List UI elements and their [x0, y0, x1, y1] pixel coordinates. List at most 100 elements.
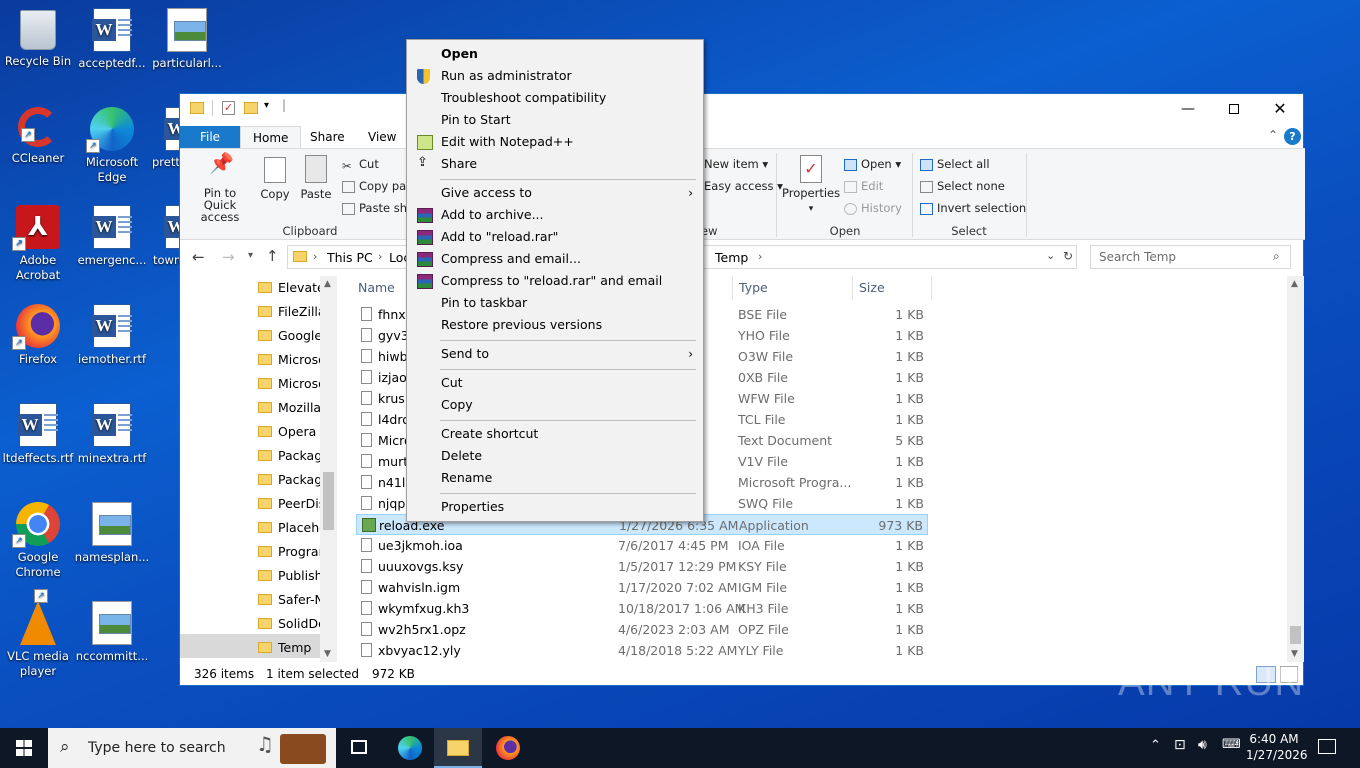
- recycle-bin-shortcut[interactable]: Recycle Bin: [0, 8, 76, 69]
- taskbar-file-explorer[interactable]: [434, 728, 482, 768]
- edge-shortcut[interactable]: Microsoft Edge: [74, 107, 150, 185]
- copy-button[interactable]: Copy: [258, 155, 292, 201]
- new-folder-quick-icon[interactable]: [244, 102, 258, 114]
- tab-view[interactable]: View: [356, 126, 408, 148]
- scroll-down-icon[interactable]: ▼: [1291, 649, 1298, 659]
- minimize-button[interactable]: —: [1165, 94, 1211, 124]
- menu-item-troubleshoot[interactable]: Troubleshoot compatibility: [407, 87, 703, 109]
- properties-button[interactable]: ✓ Properties ▾: [782, 155, 840, 214]
- show-hidden-icons-icon[interactable]: ⌃: [1150, 738, 1161, 753]
- vlc-shortcut[interactable]: VLC media player: [0, 589, 76, 679]
- menu-item-share[interactable]: ⇪ Share: [407, 153, 703, 175]
- menu-item-add-rar[interactable]: Add to "reload.rar": [407, 226, 703, 248]
- file-list-scrollbar[interactable]: ▲ ▼: [1287, 276, 1304, 662]
- menu-item-open[interactable]: Open: [407, 43, 703, 65]
- select-all-button[interactable]: Select all: [920, 157, 990, 171]
- scroll-down-icon[interactable]: ▼: [324, 649, 331, 659]
- menu-item-create-shortcut[interactable]: Create shortcut: [407, 423, 703, 445]
- help-icon[interactable]: ?: [1284, 128, 1301, 145]
- tree-item[interactable]: Microso: [258, 348, 320, 372]
- tree-item[interactable]: Temp: [258, 636, 320, 660]
- tree-item[interactable]: Packag: [258, 444, 320, 468]
- column-header-name[interactable]: Name: [358, 280, 395, 295]
- tree-item[interactable]: Elevate: [258, 276, 320, 300]
- properties-quick-icon[interactable]: ✓: [222, 101, 235, 115]
- desktop-file-accepted[interactable]: acceptedf...: [74, 8, 150, 71]
- scroll-up-icon[interactable]: ▲: [324, 279, 331, 289]
- menu-item-cut[interactable]: Cut: [407, 372, 703, 394]
- menu-item-restore-versions[interactable]: Restore previous versions: [407, 314, 703, 336]
- taskbar-search-box[interactable]: ⌕ Type here to search ♫: [48, 728, 336, 768]
- file-row[interactable]: uuuxovgs.ksy 1/5/2017 12:29 PM KSY File 1 K…: [356, 556, 928, 577]
- tree-item[interactable]: Placeho: [258, 516, 320, 540]
- menu-item-compress-email[interactable]: Compress and email...: [407, 248, 703, 270]
- menu-item-rename[interactable]: Rename: [407, 467, 703, 489]
- tree-item[interactable]: Microso: [258, 372, 320, 396]
- tab-share[interactable]: Share: [298, 126, 357, 148]
- menu-item-give-access[interactable]: Give access to ›: [407, 182, 703, 204]
- pin-quick-access-button[interactable]: 📌 Pin to Quick access: [186, 153, 254, 223]
- maximize-button[interactable]: [1211, 94, 1257, 124]
- up-arrow-icon[interactable]: ↑: [266, 247, 279, 265]
- desktop-file-minextra[interactable]: minextra.rtf: [74, 403, 150, 466]
- menu-item-send-to[interactable]: Send to ›: [407, 343, 703, 365]
- tree-item[interactable]: Safer-N: [258, 588, 320, 612]
- invert-selection-button[interactable]: Invert selection: [920, 201, 1026, 215]
- volume-icon[interactable]: 🔊︎: [1198, 737, 1207, 753]
- file-row[interactable]: wkymfxug.kh3 10/18/2017 1:06 AM KH3 File 1 …: [356, 598, 928, 619]
- acrobat-shortcut[interactable]: ⅄ Adobe Acrobat: [0, 205, 76, 283]
- menu-item-copy[interactable]: Copy: [407, 394, 703, 416]
- start-button[interactable]: [0, 728, 48, 768]
- search-box[interactable]: Search Temp ⌕: [1090, 245, 1291, 269]
- menu-item-pin-start[interactable]: Pin to Start: [407, 109, 703, 131]
- collapse-ribbon-icon[interactable]: ⌃: [1268, 128, 1278, 142]
- tree-scrollbar[interactable]: ▲ ▼: [320, 276, 337, 662]
- cut-button[interactable]: ✂ Cut: [342, 157, 379, 173]
- firefox-shortcut[interactable]: Firefox: [0, 304, 76, 367]
- customize-quick-access-icon[interactable]: ▾: [264, 100, 269, 111]
- task-view-button[interactable]: [336, 728, 384, 768]
- file-scroll-thumb[interactable]: [1290, 626, 1301, 644]
- close-button[interactable]: ✕: [1257, 94, 1303, 124]
- easy-access-button[interactable]: Easy access ▾: [704, 179, 783, 193]
- column-header-type[interactable]: Type: [739, 280, 768, 295]
- desktop-file-nccommitt[interactable]: nccommitt...: [74, 601, 150, 664]
- select-none-button[interactable]: Select none: [920, 179, 1005, 193]
- network-icon[interactable]: ⊡: [1174, 737, 1186, 753]
- recent-locations-icon[interactable]: ▾: [248, 250, 253, 261]
- taskbar-firefox[interactable]: [484, 728, 532, 768]
- tree-item[interactable]: Publish: [258, 564, 320, 588]
- breadcrumb-temp[interactable]: Temp: [715, 250, 748, 265]
- file-row[interactable]: wahvisln.igm 1/17/2020 7:02 AM IGM File 1 K…: [356, 577, 928, 598]
- copy-path-button[interactable]: Copy pat: [342, 179, 408, 193]
- open-button[interactable]: Open ▾: [844, 157, 901, 171]
- history-button[interactable]: History: [844, 201, 902, 215]
- tree-item[interactable]: Opera: [258, 420, 320, 444]
- menu-item-notepad-plus[interactable]: Edit with Notepad++: [407, 131, 703, 153]
- tab-file[interactable]: File: [180, 126, 240, 148]
- tab-home[interactable]: Home: [240, 126, 302, 149]
- file-row[interactable]: xbvyac12.yly 4/18/2018 5:22 AM YLY File 1 K…: [356, 640, 928, 661]
- scroll-up-icon[interactable]: ▲: [1291, 279, 1298, 289]
- paste-button[interactable]: Paste: [298, 155, 334, 201]
- desktop-file-ltdeffects[interactable]: ltdeffects.rtf: [0, 403, 76, 466]
- menu-item-pin-taskbar[interactable]: Pin to taskbar: [407, 292, 703, 314]
- tree-item[interactable]: PeerDis: [258, 492, 320, 516]
- menu-item-delete[interactable]: Delete: [407, 445, 703, 467]
- file-row[interactable]: ue3jkmoh.ioa 7/6/2017 4:45 PM IOA File 1 KB: [356, 535, 928, 556]
- back-arrow-icon[interactable]: ←: [192, 248, 205, 266]
- taskbar-edge[interactable]: [386, 728, 434, 768]
- column-header-size[interactable]: Size: [859, 280, 885, 295]
- menu-item-add-archive[interactable]: Add to archive...: [407, 204, 703, 226]
- tree-item[interactable]: SolidDo: [258, 612, 320, 636]
- notifications-icon[interactable]: [1318, 739, 1336, 754]
- menu-item-properties[interactable]: Properties: [407, 496, 703, 518]
- new-item-button[interactable]: New item ▾: [704, 157, 768, 171]
- menu-item-run-as-admin[interactable]: Run as administrator: [407, 65, 703, 87]
- edit-button[interactable]: Edit: [844, 179, 883, 193]
- desktop-file-emergenc[interactable]: emergenc...: [74, 205, 150, 268]
- forward-arrow-icon[interactable]: →: [222, 248, 235, 266]
- tree-item[interactable]: Mozilla: [258, 396, 320, 420]
- desktop-file-namesplan[interactable]: namesplan...: [74, 502, 150, 565]
- chrome-shortcut[interactable]: Google Chrome: [0, 502, 76, 580]
